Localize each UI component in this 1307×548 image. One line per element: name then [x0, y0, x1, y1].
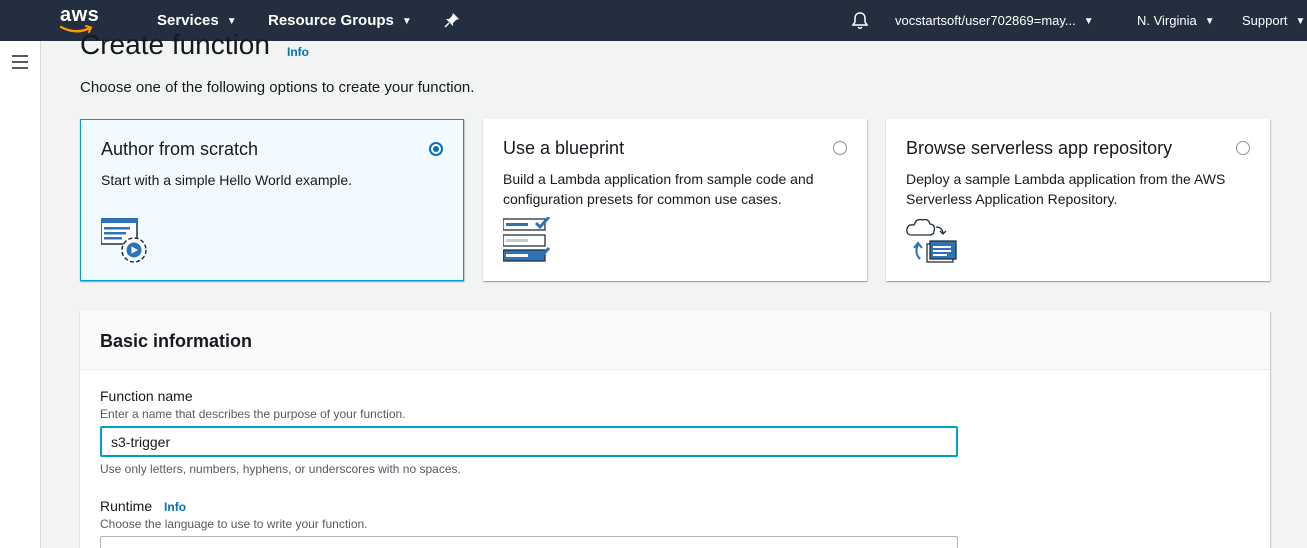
option-description: Deploy a sample Lambda application from … [906, 171, 1226, 207]
option-description: Start with a simple Hello World example. [101, 172, 353, 188]
panel-header: Basic information [80, 311, 1270, 370]
radio-button-selected[interactable] [429, 142, 443, 156]
option-title: Use a blueprint [503, 138, 625, 158]
bell-icon[interactable] [851, 11, 869, 35]
region-label: N. Virginia [1137, 13, 1197, 28]
option-title: Browse serverless app repository [906, 138, 1173, 158]
pin-icon[interactable] [444, 12, 460, 33]
cloud-repo-icon [906, 217, 958, 270]
option-browse-serverless-app-repository[interactable]: Browse serverless app repository Deploy … [886, 119, 1270, 281]
radio-button[interactable] [1236, 141, 1250, 155]
region-menu[interactable]: N. Virginia ▼ [1137, 0, 1215, 41]
code-gear-icon [100, 217, 151, 273]
panel-heading: Basic information [100, 331, 253, 351]
chevron-down-icon: ▼ [1204, 16, 1215, 28]
chevron-down-icon: ▼ [1083, 16, 1094, 28]
chevron-down-icon: ▼ [1295, 16, 1306, 28]
runtime-select[interactable] [100, 536, 958, 548]
checklist-icon [502, 215, 553, 270]
basic-information-panel: Basic information Function name Enter a … [80, 311, 1270, 548]
account-menu[interactable]: vocstartsoft/user702869=may... ▼ [895, 0, 1094, 41]
page-title: Create function [80, 29, 270, 60]
option-title: Author from scratch [101, 139, 259, 159]
option-description: Build a Lambda application from sample c… [503, 171, 814, 207]
runtime-label: Runtime Info [100, 498, 186, 514]
function-name-input[interactable] [100, 426, 958, 457]
function-name-rule: Use only letters, numbers, hyphens, or u… [100, 462, 461, 476]
radio-button[interactable] [833, 141, 847, 155]
resource-groups-label: Resource Groups [268, 12, 394, 29]
chevron-down-icon: ▼ [401, 15, 412, 27]
runtime-info-link[interactable]: Info [164, 500, 186, 514]
function-name-label: Function name [100, 388, 193, 404]
runtime-label-text: Runtime [100, 498, 153, 514]
support-label: Support [1242, 13, 1288, 28]
option-use-a-blueprint[interactable]: Use a blueprint Build a Lambda applicati… [483, 119, 867, 281]
hamburger-menu-icon[interactable] [12, 55, 28, 69]
sidebar [0, 41, 41, 548]
title-info-link[interactable]: Info [287, 45, 309, 59]
function-name-hint: Enter a name that describes the purpose … [100, 407, 406, 421]
page-subtitle: Choose one of the following options to c… [80, 79, 475, 96]
support-menu[interactable]: Support ▼ [1242, 0, 1305, 41]
option-author-from-scratch[interactable]: Author from scratch Start with a simple … [80, 119, 464, 281]
aws-logo-text: aws [60, 4, 100, 26]
resource-groups-menu[interactable]: Resource Groups ▼ [268, 0, 412, 41]
runtime-hint: Choose the language to use to write your… [100, 517, 368, 531]
account-label: vocstartsoft/user702869=may... [895, 13, 1076, 28]
services-label: Services [157, 12, 219, 29]
